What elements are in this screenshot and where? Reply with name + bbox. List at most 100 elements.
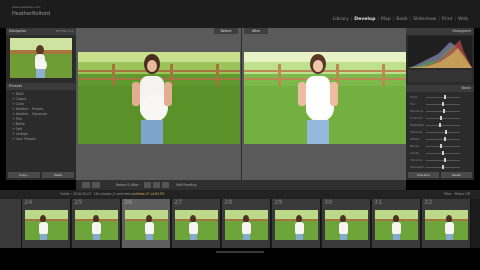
basic-header[interactable]: Basic — [406, 85, 474, 92]
slider-knob[interactable] — [443, 137, 446, 141]
top-bar: www.website.com HeatherRoltord Library | … — [0, 0, 480, 28]
before-photo[interactable] — [78, 52, 240, 144]
reset-button[interactable]: Reset — [441, 172, 472, 178]
slider-row[interactable]: Highlights — [410, 123, 470, 127]
slider-knob[interactable] — [443, 95, 446, 99]
navigator-preview[interactable] — [10, 38, 72, 78]
brand-url: www.website.com — [12, 5, 41, 9]
before-after-mode-button[interactable] — [92, 182, 100, 188]
module-book[interactable]: Book — [394, 17, 409, 22]
slider-label: Tint — [410, 102, 416, 106]
filmstrip-filter[interactable]: Filter : Filters Off — [444, 191, 470, 198]
slider-label: Whites — [410, 137, 420, 141]
soft-proofing-toggle[interactable]: Soft Proofing — [176, 182, 196, 188]
previous-button[interactable]: Previous — [408, 172, 439, 178]
module-slideshow[interactable]: Slideshow — [411, 17, 438, 22]
slider-label: Exposure — [410, 109, 423, 113]
slider-label: Shadows — [410, 130, 423, 134]
module-picker: Library | Develop | Map | Book | Slideshow | … — [331, 17, 470, 22]
slider-row[interactable]: Clarity — [410, 151, 470, 155]
right-panel: Histogram Basic Temp Tint Exposure Contrast… — [406, 28, 474, 180]
histogram-header[interactable]: Histogram — [406, 28, 474, 35]
copy-button[interactable]: Copy... — [8, 172, 40, 178]
filmstrip-thumb[interactable]: 32 — [422, 199, 471, 248]
basic-panel: Basic Temp Tint Exposure Contrast Highlights… — [406, 85, 474, 169]
swap-before-after-button[interactable] — [162, 182, 169, 188]
filmstrip-source[interactable]: Folder : 2018-05-07 184 photos /1 select… — [60, 191, 164, 198]
slider-knob[interactable] — [440, 116, 443, 120]
slider-knob[interactable] — [438, 123, 441, 127]
after-label: After — [244, 28, 268, 34]
filmstrip-thumb[interactable]: 31 — [372, 199, 421, 248]
slider-row[interactable]: Blacks — [410, 144, 470, 148]
slider-label: Clarity — [410, 151, 420, 155]
before-after-view: Before After — [76, 28, 406, 180]
slider-track[interactable] — [426, 117, 460, 119]
slider-row[interactable]: Contrast — [410, 116, 470, 120]
module-library[interactable]: Library — [331, 17, 351, 22]
filmstrip-thumb[interactable]: 27 — [172, 199, 221, 248]
filmstrip-photo — [275, 210, 318, 240]
slider-knob[interactable] — [442, 151, 444, 155]
filmstrip-thumb[interactable]: 29 — [272, 199, 321, 248]
filmstrip-index: 28 — [224, 199, 233, 206]
loupe-view-button[interactable] — [82, 182, 90, 188]
filmstrip-index: 27 — [174, 199, 183, 206]
slider-row[interactable]: Tint — [410, 102, 470, 106]
slider-knob[interactable] — [440, 144, 443, 148]
split-divider — [241, 28, 242, 180]
filmstrip-thumb[interactable]: 28 — [222, 199, 271, 248]
filmstrip-photo — [125, 210, 168, 240]
slider-row[interactable]: Temp — [410, 95, 470, 99]
filmstrip-info-bar: Folder : 2018-05-07 184 photos /1 select… — [0, 190, 480, 199]
slider-knob[interactable] — [443, 158, 446, 162]
histogram-chart — [408, 36, 472, 68]
left-panel: Navigator FIT FILL 1:1 Presets + B&W + C… — [6, 28, 79, 180]
filmstrip-index: 31 — [374, 199, 383, 206]
filmstrip: 24 25 26 27 28 29 30 31 32 — [0, 199, 480, 248]
filmstrip-thumb[interactable]: 25 — [72, 199, 121, 248]
slider-row[interactable]: Shadows — [410, 130, 470, 134]
paste-button[interactable]: Paste — [42, 172, 74, 178]
slider-label: Highlights — [410, 123, 425, 127]
filmstrip-thumb[interactable]: 26 — [122, 199, 171, 248]
filmstrip-thumb[interactable] — [0, 199, 22, 248]
navigator-header[interactable]: Navigator FIT FILL 1:1 — [6, 28, 76, 35]
slider-track[interactable] — [426, 145, 460, 147]
slider-row[interactable]: Exposure — [410, 109, 470, 113]
filmstrip-thumb[interactable]: 24 — [22, 199, 71, 248]
preset-list: + B&W + Classic + Color + Heather - Pres… — [12, 92, 47, 142]
filmstrip-photo — [375, 210, 418, 240]
slider-knob[interactable] — [442, 165, 444, 169]
navigator-zoom[interactable]: FIT FILL 1:1 — [56, 28, 73, 35]
slider-row[interactable]: Whites — [410, 137, 470, 141]
filmstrip-photo — [425, 210, 468, 240]
navigator-title: Navigator — [9, 29, 27, 33]
module-develop[interactable]: Develop — [352, 17, 377, 22]
slider-row[interactable]: Vibrance — [410, 158, 470, 162]
slider-knob[interactable] — [445, 130, 448, 134]
presets-header[interactable]: Presets — [6, 83, 79, 90]
filmstrip-photo — [25, 210, 68, 240]
module-map[interactable]: Map — [379, 17, 393, 22]
before-after-label: Before & After : — [116, 183, 141, 187]
after-photo[interactable] — [244, 52, 406, 144]
filmstrip-photo — [175, 210, 218, 240]
slider-label: Saturation — [410, 165, 425, 169]
slider-knob[interactable] — [442, 102, 444, 106]
preset-folder[interactable]: + User Presets — [12, 137, 47, 142]
slider-track[interactable] — [426, 131, 460, 133]
slider-knob[interactable] — [442, 109, 445, 113]
module-print[interactable]: Print — [440, 17, 455, 22]
filmstrip-index: 32 — [424, 199, 433, 206]
develop-tool-strip[interactable] — [408, 70, 472, 82]
module-web[interactable]: Web — [456, 17, 470, 22]
slider-track[interactable] — [426, 124, 460, 126]
copy-after-to-before-button[interactable] — [153, 182, 160, 188]
copy-before-to-after-button[interactable] — [144, 182, 151, 188]
slider-row[interactable]: Saturation — [410, 165, 470, 169]
filmstrip-index: 29 — [274, 199, 283, 206]
filmstrip-index: 24 — [24, 199, 33, 206]
filmstrip-thumb[interactable]: 30 — [322, 199, 371, 248]
filmstrip-index: 30 — [324, 199, 333, 206]
